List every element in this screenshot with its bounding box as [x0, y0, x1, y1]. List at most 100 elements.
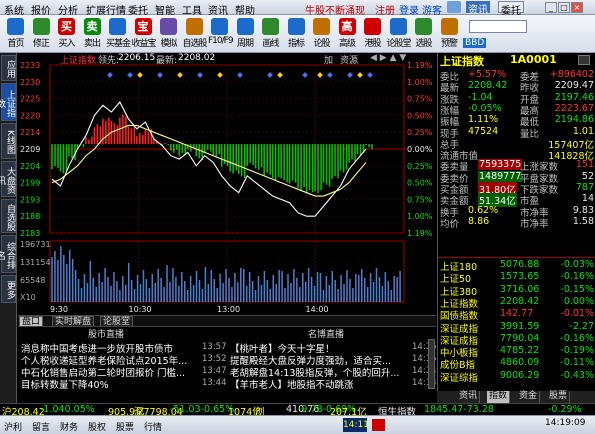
- quote-tab-2[interactable]: 资金: [517, 391, 541, 403]
- toolbar: BBD 首页 修正买买入卖卖出 买基金宝收益宝 模拟 自选股 F10/F9 周期 画线 指标 论股…: [0, 15, 595, 53]
- treasure-icon: 宝: [134, 18, 152, 35]
- toolbar-button-label: 指标: [287, 39, 305, 49]
- sidebar-tab-1[interactable]: 上证指数: [0, 83, 16, 121]
- news-button[interactable]: 资讯: [466, 1, 490, 16]
- quote-name: 上证指数: [440, 55, 484, 68]
- event-marker: [327, 72, 333, 78]
- buy-fund-icon: [109, 18, 126, 35]
- ticker-item[interactable]: -0.29%: [548, 404, 582, 415]
- toolbar-button-5[interactable]: 宝收益宝: [131, 17, 157, 51]
- quote-value: 0.62%: [468, 204, 499, 216]
- event-marker: [217, 72, 223, 78]
- quote-tab-1[interactable]: 指数: [487, 391, 511, 403]
- entrust-dropdown[interactable]: 委托: [498, 1, 524, 17]
- sidebar-tab-2[interactable]: K线图: [1, 123, 16, 159]
- time-label: 14:00: [306, 305, 329, 314]
- index-row[interactable]: 国债指数 142.77 -0.01%: [438, 308, 595, 322]
- event-marker: [197, 72, 203, 78]
- toolbar-button-2[interactable]: 买买入: [55, 17, 78, 51]
- event-marker: [277, 72, 283, 78]
- toolbar-button-8[interactable]: F10/F9: [208, 17, 234, 51]
- toolbar-button-7[interactable]: 自选股: [183, 17, 208, 51]
- toolbar-button-10[interactable]: 画线: [259, 17, 282, 51]
- sidebar-tab-4[interactable]: 自选股: [1, 199, 16, 233]
- index-row[interactable]: 上证50 1573.65 -0.16%: [438, 271, 595, 285]
- news-scrollbar[interactable]: [428, 339, 435, 389]
- index-value: 5076.88: [500, 259, 540, 270]
- toolbar-button-6[interactable]: 模拟: [157, 17, 180, 51]
- sidebar-tab-0[interactable]: 应用: [1, 55, 16, 81]
- status-link-4[interactable]: 股票: [116, 420, 134, 433]
- stock-news-item[interactable]: 目标转数量下降40%: [21, 377, 196, 391]
- index-row[interactable]: 中小板指 4785.22 -0.19%: [438, 345, 595, 359]
- left-tick: 2209: [20, 145, 40, 154]
- panel-toggle-icon[interactable]: [578, 55, 590, 65]
- toolbar-search-input[interactable]: [469, 20, 527, 33]
- index-row[interactable]: 上证指数 2208.42 0.00%: [438, 295, 595, 310]
- close-icon[interactable]: ×: [571, 2, 583, 13]
- sidebar-tab-5[interactable]: 综合排名: [0, 235, 16, 273]
- toolbar-button-9[interactable]: 周期: [234, 17, 257, 51]
- event-marker: [177, 72, 183, 78]
- toolbar-button-3[interactable]: 卖卖出: [81, 17, 104, 51]
- minimize-icon[interactable]: _: [545, 2, 557, 13]
- index-row[interactable]: 上证180 5076.88 -0.03%: [438, 259, 595, 273]
- quote-row: 涨幅 -0.05% 最高 2223.67: [438, 103, 595, 117]
- toolbar-button-15[interactable]: 论股堂: [387, 17, 412, 51]
- quote-value: 8.86: [468, 215, 490, 227]
- status-link-5[interactable]: 行情: [144, 420, 162, 433]
- quote-code: 1A0001: [510, 53, 557, 66]
- status-link-3[interactable]: 股权: [88, 420, 106, 433]
- toolbar-button-label: 买基金: [106, 39, 131, 49]
- quote-value: -1.04: [468, 91, 493, 103]
- quote-value: 1489777: [478, 170, 523, 182]
- stock-news-time: 13:57: [202, 342, 227, 352]
- bbd-button[interactable]: BBD: [463, 38, 487, 48]
- sidebar-tab-3[interactable]: 大盘资讯: [0, 161, 16, 197]
- status-link-1[interactable]: 留言: [32, 420, 50, 433]
- toolbar-button-14[interactable]: 港股: [361, 17, 384, 51]
- toolbar-button-17[interactable]: 预警: [438, 17, 461, 51]
- quote-tab-0[interactable]: 资讯: [457, 391, 481, 403]
- ticker-item[interactable]: -51.03-0.65%: [170, 404, 234, 415]
- notify-icon[interactable]: [372, 419, 385, 431]
- index-ticker: 沪208.42 -1.040.05% 905.9亿 深7798.04 -51.03-0.…: [0, 403, 595, 418]
- status-bar: 14:11 14:19:09 沪利 留言 财务 股权 股票 行情: [0, 415, 595, 434]
- ticker-item[interactable]: 1845.47-73.28: [424, 404, 494, 415]
- index-value: 4785.22: [500, 345, 540, 357]
- quote-row: 卖金额 51.34亿 市盈 14: [438, 193, 595, 208]
- right-tick: 1.19%: [407, 61, 433, 70]
- maximize-icon[interactable]: □: [558, 2, 570, 13]
- blogger-news-item[interactable]: 【羊市老人】地股指不动跳涨: [230, 377, 402, 391]
- index-change: -2.27: [569, 320, 594, 332]
- quote-row: 换手 0.62% 市净率 9.83: [438, 204, 595, 219]
- menu-bar: 系统 报价 分析 扩展行情 委托 智能 工具 资讯 帮助 牛股不断涌现 注册 登…: [0, 0, 595, 17]
- quote-value: 7593375: [478, 159, 523, 171]
- toolbar-button-0[interactable]: 首页: [4, 17, 27, 51]
- toolbar-button-16[interactable]: 选股: [412, 17, 435, 51]
- index-row[interactable]: 深证综指 9006.29 -0.43%: [438, 370, 595, 384]
- toolbar-button-11[interactable]: 指标: [285, 17, 308, 51]
- toolbar-button-1[interactable]: 修正: [30, 17, 53, 51]
- index-row[interactable]: 深证成指 7790.04 -0.16%: [438, 333, 595, 347]
- toolbar-button-13[interactable]: 高高级: [336, 17, 359, 51]
- right-tick: 0.75%: [407, 195, 433, 204]
- index-row[interactable]: 深证成指 3991.59 -2.27: [438, 320, 595, 335]
- index-row[interactable]: 上证380 3716.06 -0.15%: [438, 283, 595, 298]
- toolbar-button-label: 收益宝: [131, 39, 157, 49]
- status-link-0[interactable]: 沪利: [4, 420, 22, 433]
- toolbar-button-12[interactable]: 论股: [310, 17, 333, 51]
- period-icon: [236, 18, 254, 35]
- status-link-2[interactable]: 财务: [60, 420, 78, 433]
- left-tick: 2230: [20, 78, 40, 87]
- sidebar-tab-6[interactable]: 更多: [1, 275, 16, 303]
- ticker-item[interactable]: -1.040.05%: [40, 404, 95, 415]
- index-value: 3716.06: [500, 283, 540, 295]
- shirt-icon[interactable]: [447, 1, 461, 13]
- index-row[interactable]: 成份B指 4860.09 -0.11%: [438, 357, 595, 371]
- alert-icon: [440, 18, 458, 35]
- quote-row: 最新 2208.42 昨收 2209.47: [438, 80, 595, 94]
- toolbar-button-4[interactable]: 买基金: [106, 17, 131, 51]
- quote-tab-3[interactable]: 股票: [547, 391, 571, 403]
- index-change: 0.00%: [563, 295, 594, 307]
